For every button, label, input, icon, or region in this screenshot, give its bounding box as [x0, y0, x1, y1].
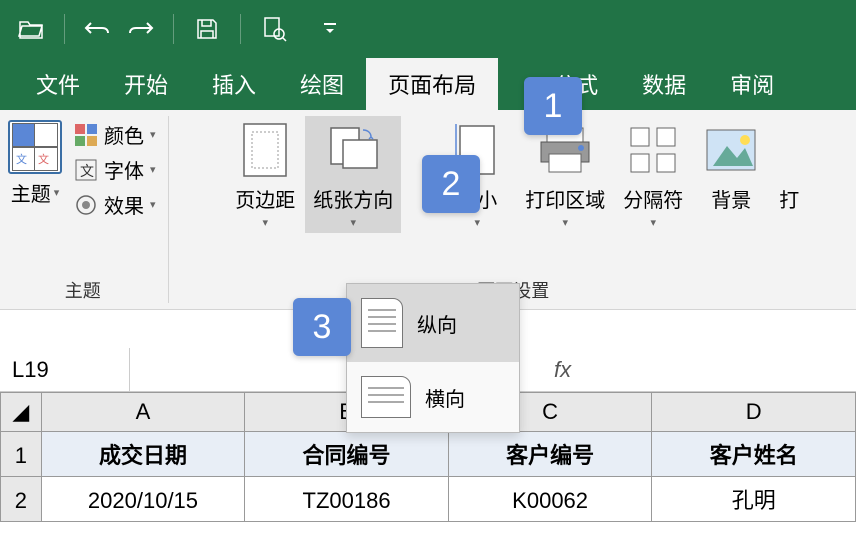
background-label: 背景: [711, 190, 751, 212]
tab-insert[interactable]: 插入: [190, 58, 278, 110]
orientation-landscape[interactable]: 横向: [347, 362, 519, 432]
customize-qat-icon[interactable]: [313, 12, 347, 46]
landscape-label: 横向: [425, 383, 465, 412]
ribbon-tabs: 文件 开始 插入 绘图 页面布局 公式 数据 审阅: [0, 58, 856, 110]
colors-label: 颜色: [104, 120, 144, 149]
cell-d2[interactable]: 孔明: [652, 477, 856, 522]
open-icon[interactable]: [14, 12, 48, 46]
tab-draw[interactable]: 绘图: [278, 58, 366, 110]
print-area-label: 打印区域: [525, 190, 605, 212]
fonts-label: 字体: [104, 155, 144, 184]
fx-icon[interactable]: fx: [554, 357, 571, 383]
theme-group-label: 主题: [65, 273, 101, 309]
portrait-label: 纵向: [417, 309, 457, 338]
ribbon-group-page-setup: 页边距 ▾ 纸张方向 ▾ 大小 ▾ 打印区域: [171, 110, 856, 309]
undo-icon[interactable]: [81, 12, 115, 46]
orientation-button[interactable]: 纸张方向 ▾: [305, 116, 401, 233]
print-titles-label: 打: [779, 190, 799, 212]
themes-label: 主题: [11, 178, 51, 207]
breaks-button[interactable]: 分隔符 ▾: [615, 116, 691, 233]
separator: [240, 14, 241, 44]
col-header-a[interactable]: A: [41, 393, 245, 432]
themes-button[interactable]: 文 文 主题▾: [4, 116, 66, 211]
theme-options: 颜色▾ 文 字体▾ 效果▾: [68, 116, 162, 223]
colors-button[interactable]: 颜色▾: [74, 120, 156, 149]
cell-c2[interactable]: K00062: [448, 477, 652, 522]
callout-1: 1: [524, 77, 582, 135]
cell-b2[interactable]: TZ00186: [245, 477, 449, 522]
orientation-portrait[interactable]: 纵向: [347, 284, 519, 362]
tab-data[interactable]: 数据: [620, 58, 708, 110]
breaks-label: 分隔符: [623, 190, 683, 212]
tab-page-layout[interactable]: 页面布局: [366, 58, 498, 110]
landscape-icon: [361, 376, 411, 418]
callout-2: 2: [422, 155, 480, 213]
name-box[interactable]: L19: [0, 348, 130, 391]
cell-a1[interactable]: 成交日期: [41, 432, 245, 477]
cell-d1[interactable]: 客户姓名: [652, 432, 856, 477]
row-header-1[interactable]: 1: [1, 432, 42, 477]
tab-review[interactable]: 审阅: [708, 58, 796, 110]
effects-button[interactable]: 效果▾: [74, 190, 156, 219]
effects-label: 效果: [104, 190, 144, 219]
col-header-d[interactable]: D: [652, 393, 856, 432]
fonts-button[interactable]: 文 字体▾: [74, 155, 156, 184]
margins-label: 页边距: [235, 190, 295, 212]
ribbon: 文 文 主题▾ 颜色▾ 文 字体▾: [0, 110, 856, 310]
cell-a2[interactable]: 2020/10/15: [41, 477, 245, 522]
cell-b1[interactable]: 合同编号: [245, 432, 449, 477]
print-titles-button[interactable]: 打: [771, 116, 799, 217]
ribbon-group-themes: 文 文 主题▾ 颜色▾ 文 字体▾: [0, 110, 166, 309]
margins-icon: [235, 120, 295, 180]
themes-icon: 文 文: [8, 120, 62, 174]
redo-icon[interactable]: [123, 12, 157, 46]
background-icon: [701, 120, 761, 180]
separator: [64, 14, 65, 44]
separator: [173, 14, 174, 44]
margins-button[interactable]: 页边距 ▾: [227, 116, 303, 233]
cell-c1[interactable]: 客户编号: [448, 432, 652, 477]
title-bar: [0, 0, 856, 58]
select-all-corner[interactable]: ◢: [1, 393, 42, 432]
save-icon[interactable]: [190, 12, 224, 46]
row-header-2[interactable]: 2: [1, 477, 42, 522]
colors-icon: [74, 123, 98, 147]
svg-text:文: 文: [80, 163, 94, 179]
effects-icon: [74, 193, 98, 217]
print-preview-icon[interactable]: [257, 12, 291, 46]
breaks-icon: [623, 120, 683, 180]
orientation-dropdown: 纵向 横向: [346, 283, 520, 433]
ribbon-separator: [168, 116, 169, 303]
callout-3: 3: [293, 298, 351, 356]
tab-home[interactable]: 开始: [102, 58, 190, 110]
orientation-icon: [323, 120, 383, 180]
portrait-icon: [361, 298, 403, 348]
orientation-label: 纸张方向: [313, 190, 393, 212]
tab-file[interactable]: 文件: [14, 58, 102, 110]
background-button[interactable]: 背景: [693, 116, 769, 217]
fonts-icon: 文: [74, 158, 98, 182]
